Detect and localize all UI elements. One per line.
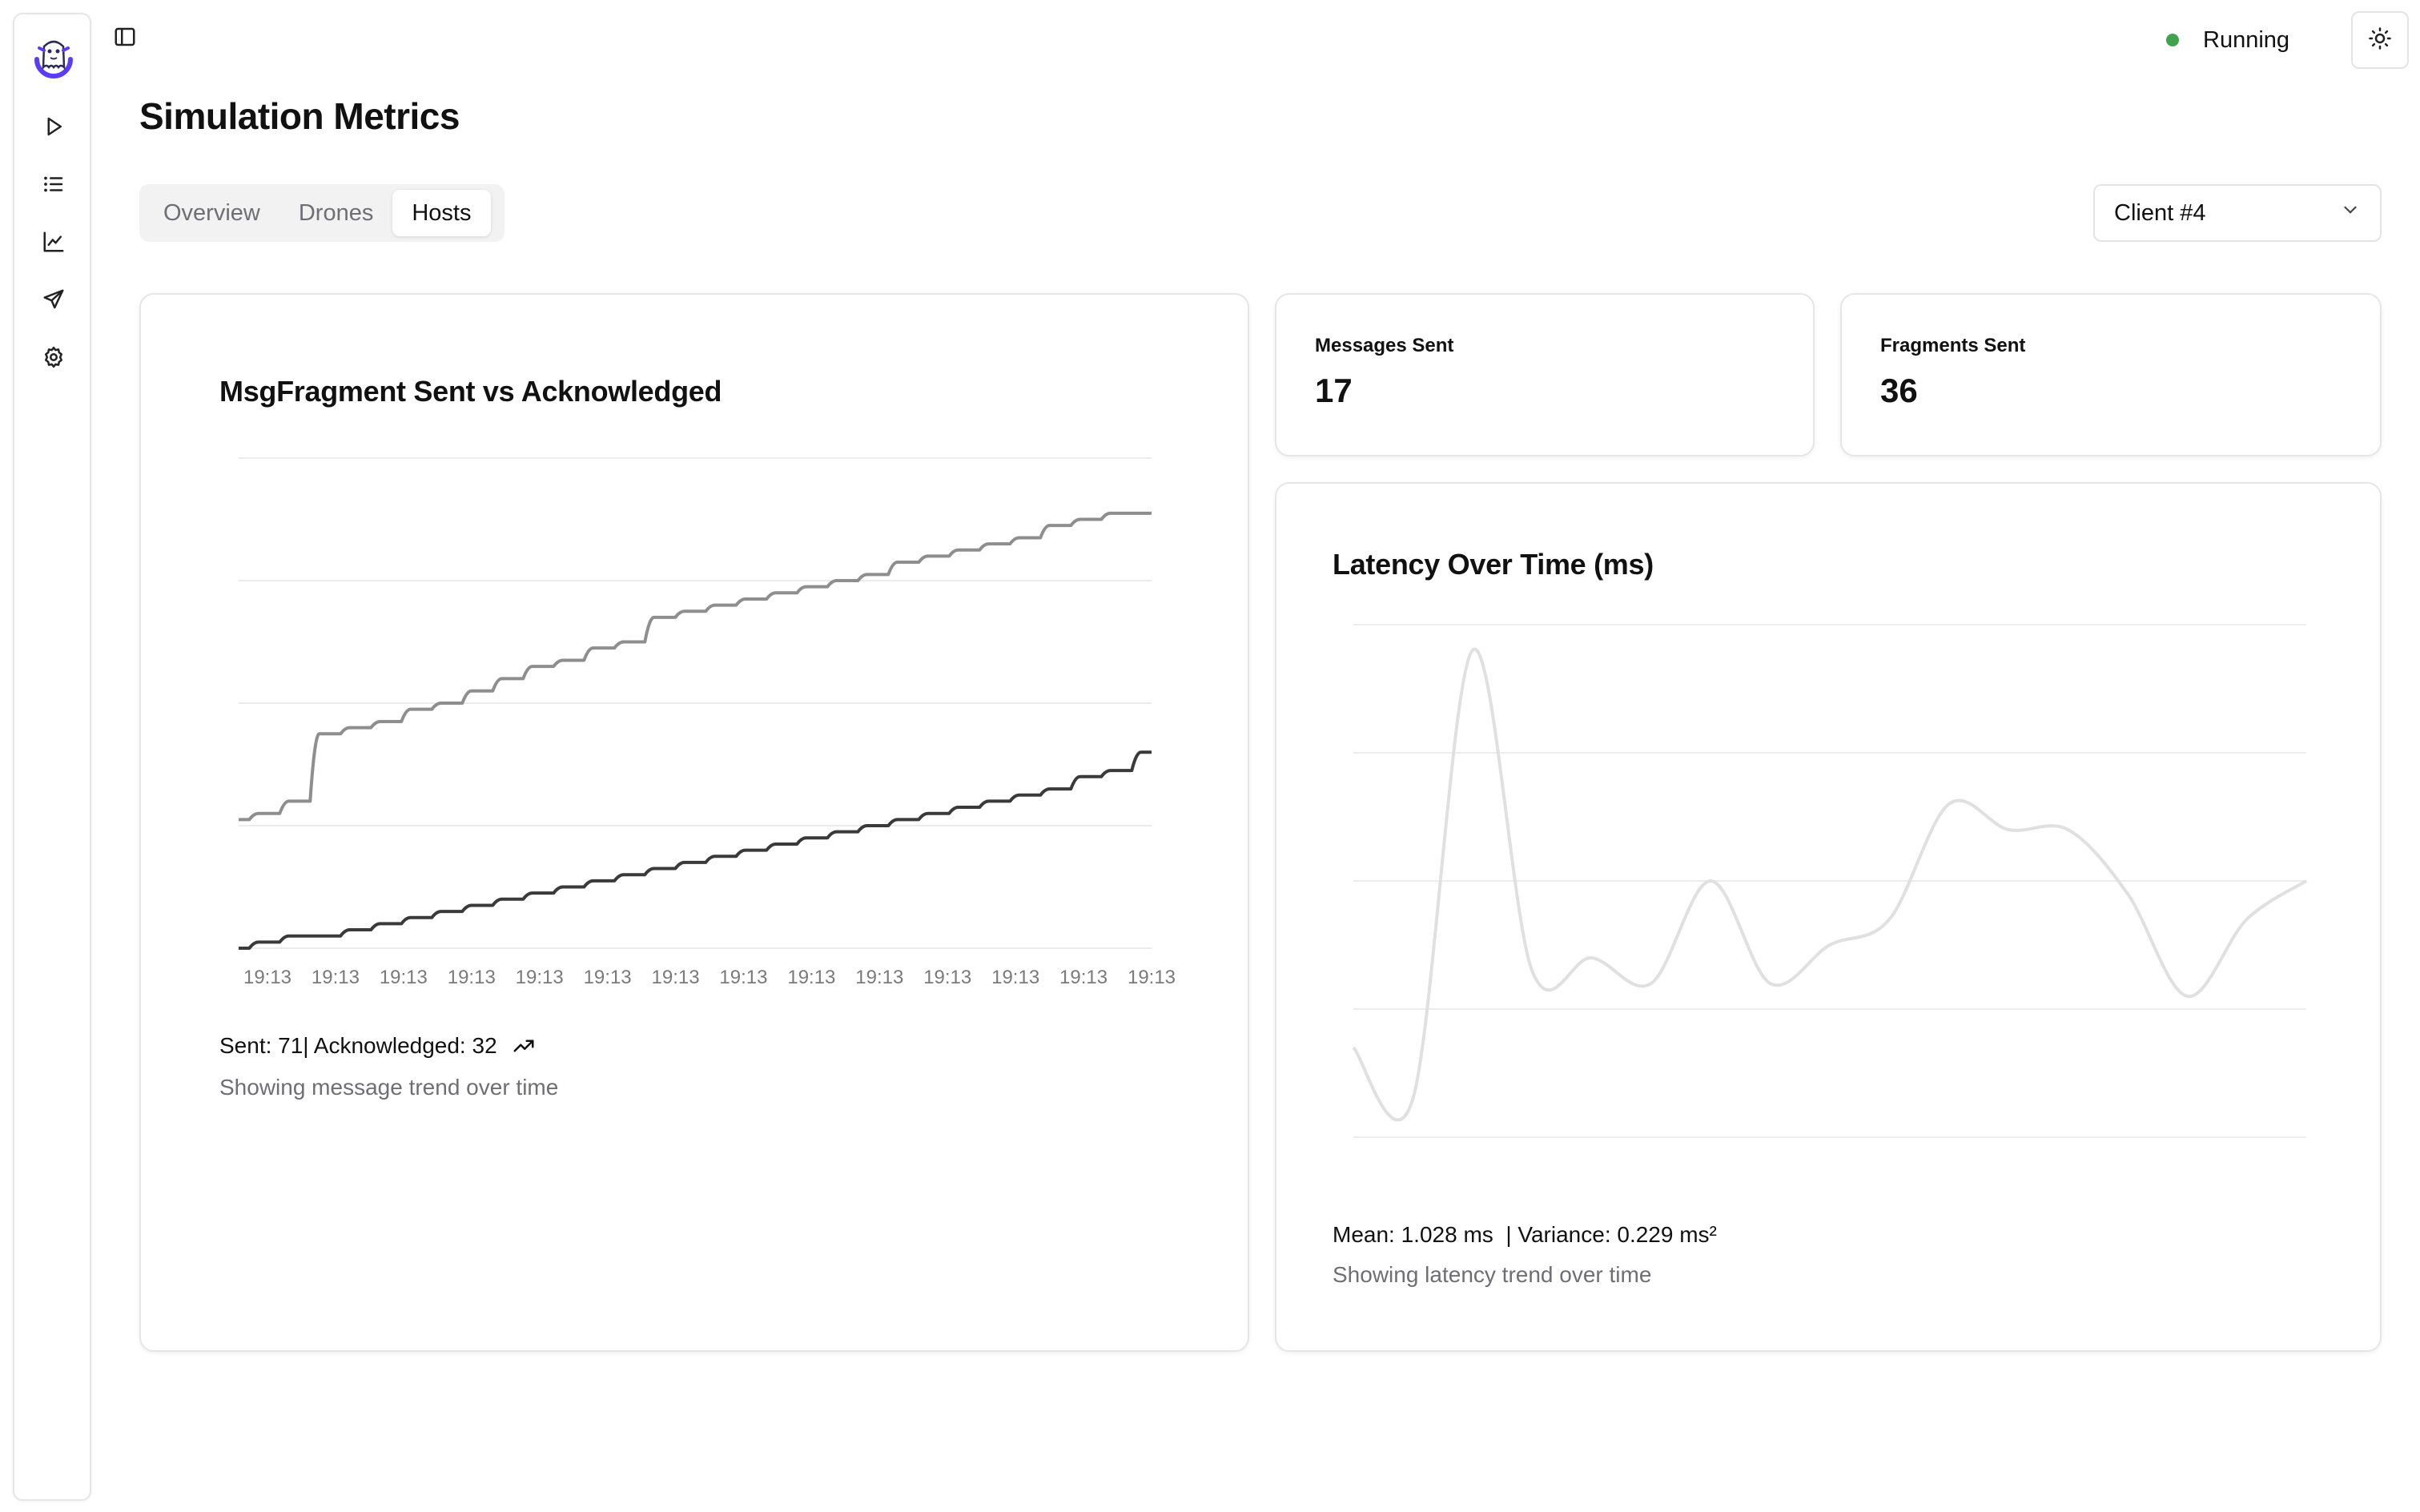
chart-icon [42,230,66,258]
series-line-0 [239,511,1152,822]
panel-left-icon [113,25,137,53]
messages-sent-value: 17 [1315,372,1353,409]
tab-list: Overview Drones Hosts [139,184,505,242]
messages-sent-card: Messages Sent 17 [1275,293,1815,456]
send-icon [42,288,66,316]
tab-drones[interactable]: Drones [279,190,393,236]
msg-chart-summary: Sent: 71| Acknowledged: 32 [219,1033,536,1059]
x-tick-label: 19:13 [991,967,1039,988]
latency-chart-description: Showing latency trend over time [1333,1262,1652,1287]
fragments-sent-value: 36 [1880,372,1918,409]
msg-chart: 19:13 19:13 19:13 19:13 19:13 19:13 19:13 19:13… [239,457,1176,988]
settings-icon [42,345,66,373]
latency-chart-card: Latency Over Time (ms) Mean: 1.028 ms | … [1275,482,2382,1352]
x-tick-label: 19:13 [243,967,291,988]
x-tick-label: 19:13 [516,967,564,988]
fragments-sent-card: Fragments Sent 36 [1840,293,2382,456]
play-icon [42,115,66,143]
x-tick-label: 19:13 [923,967,971,988]
ghost-logo-icon[interactable] [29,35,78,85]
page-title: Simulation Metrics [139,95,460,137]
x-tick-label: 19:13 [1059,967,1107,988]
sun-icon [2368,26,2392,54]
theme-toggle-button[interactable] [2351,11,2409,69]
client-select[interactable]: Client #4 [2093,184,2382,242]
x-tick-label: 19:13 [787,967,835,988]
msg-fragment-chart-card: MsgFragment Sent vs Acknowledged 19:13 19… [139,293,1249,1352]
sidebar [13,13,91,1501]
sidebar-item-send[interactable] [34,282,73,320]
msg-chart-description: Showing message trend over time [219,1075,559,1100]
tab-overview[interactable]: Overview [144,190,279,236]
latency-chart-summary: Mean: 1.028 ms | Variance: 0.229 ms² [1333,1222,1717,1247]
chevron-down-icon [2340,199,2361,227]
x-tick-label: 19:13 [380,967,428,988]
tab-hosts[interactable]: Hosts [392,190,491,236]
sidebar-item-settings[interactable] [34,340,73,378]
sidebar-item-list[interactable] [34,167,73,205]
x-tick-label: 19:13 [855,967,903,988]
series-line-1 [239,750,1152,950]
x-tick-label: 19:13 [1128,967,1176,988]
sidebar-item-metrics[interactable] [34,224,73,263]
x-tick-label: 19:13 [652,967,700,988]
fragments-sent-label: Fragments Sent [1880,335,2026,356]
status-indicator-dot [2166,34,2179,46]
x-tick-label: 19:13 [312,967,360,988]
x-tick-label: 19:13 [448,967,496,988]
msg-summary-text: Sent: 71| Acknowledged: 32 [219,1033,497,1058]
toggle-sidebar-button[interactable] [107,21,143,56]
x-tick-label: 19:13 [719,967,767,988]
sidebar-item-run[interactable] [34,109,73,147]
messages-sent-label: Messages Sent [1315,335,1454,356]
x-tick-label: 19:13 [584,967,632,988]
simulation-status: Running [2166,21,2289,59]
client-select-value: Client #4 [2114,199,2206,226]
status-text: Running [2203,26,2290,53]
latency-line-0 [1352,647,2308,1122]
trending-up-icon [512,1034,536,1058]
list-icon [42,172,66,200]
